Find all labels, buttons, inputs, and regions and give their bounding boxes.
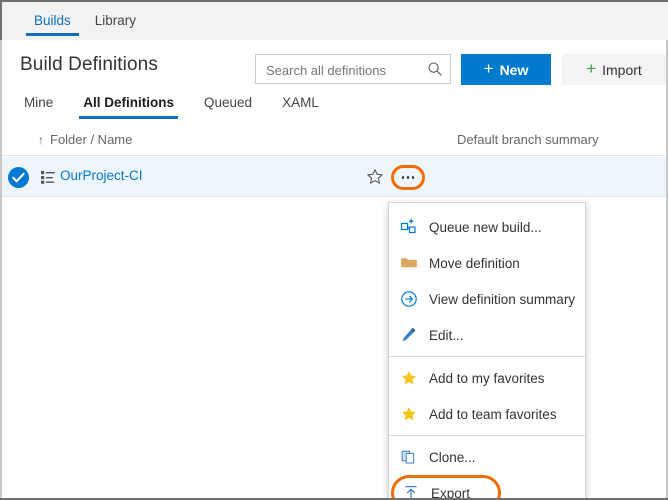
ellipsis-icon[interactable]: [391, 165, 425, 190]
new-button-label: New: [500, 62, 529, 78]
search-input[interactable]: [264, 55, 423, 85]
menu-item-label: Edit...: [429, 328, 464, 343]
menu-item-clone[interactable]: Clone...: [389, 439, 585, 475]
tab-xaml-label: XAML: [282, 95, 319, 110]
menu-separator: [389, 356, 585, 357]
menu-item-label: Clone...: [429, 450, 476, 465]
page-title: Build Definitions: [20, 54, 158, 76]
star-filled-icon: [399, 369, 419, 387]
hub-tab-builds-label: Builds: [34, 13, 71, 28]
menu-item-add-to-my-favorites[interactable]: Add to my favorites: [389, 360, 585, 396]
menu-item-label: Queue new build...: [429, 220, 542, 235]
hub-tabs: Builds Library: [22, 2, 148, 40]
menu-item-edit[interactable]: Edit...: [389, 317, 585, 353]
pivot-tabs: Mine All Definitions Queued XAML: [0, 92, 668, 122]
build-definition-icon: [40, 169, 56, 185]
check-circle-icon[interactable]: [8, 167, 29, 188]
menu-item-move-definition[interactable]: Move definition: [389, 245, 585, 281]
column-header-branch-summary-label: Default branch summary: [457, 132, 599, 147]
definition-name-link[interactable]: OurProject-CI: [60, 168, 143, 183]
column-header-folder-name-label: Folder / Name: [50, 132, 132, 147]
search-icon[interactable]: [427, 61, 443, 77]
menu-item-export[interactable]: Export: [391, 475, 501, 500]
menu-item-add-to-team-favorites[interactable]: Add to team favorites: [389, 396, 585, 432]
window-left-border: [0, 2, 2, 40]
menu-item-label: Move definition: [429, 256, 520, 271]
app-window: Builds Library Build Definitions + New: [0, 0, 668, 500]
tab-queued[interactable]: Queued: [200, 92, 256, 119]
hub-tab-library-label: Library: [95, 13, 136, 28]
menu-separator: [389, 435, 585, 436]
arrow-circle-right-icon: [399, 290, 419, 308]
menu-item-label: Export: [431, 486, 470, 500]
menu-item-label: Add to team favorites: [429, 407, 557, 422]
column-header-branch-summary[interactable]: Default branch summary: [457, 132, 599, 147]
hub-tab-strip: Builds Library: [0, 2, 668, 40]
star-filled-icon: [399, 405, 419, 423]
tab-queued-label: Queued: [204, 95, 252, 110]
import-button[interactable]: + Import: [562, 54, 666, 85]
tab-mine[interactable]: Mine: [20, 92, 57, 119]
menu-item-queue-new-build[interactable]: Queue new build...: [389, 209, 585, 245]
tab-all-definitions-label: All Definitions: [83, 95, 174, 110]
star-outline-icon[interactable]: [366, 168, 384, 186]
plus-icon: +: [484, 60, 494, 77]
column-header-folder-name[interactable]: ↑ Folder / Name: [38, 132, 132, 147]
hub-tab-builds[interactable]: Builds: [22, 2, 83, 40]
new-button[interactable]: + New: [461, 54, 551, 85]
ellipsis-dots: [394, 168, 422, 187]
title-row: Build Definitions + New + Import: [0, 40, 668, 90]
export-up-arrow-icon: [401, 484, 421, 500]
menu-item-label: Add to my favorites: [429, 371, 545, 386]
grid-header: ↑ Folder / Name Default branch summary: [2, 124, 666, 156]
menu-item-label: View definition summary: [429, 292, 575, 307]
import-button-label: Import: [602, 62, 642, 78]
pencil-icon: [399, 326, 419, 344]
sort-ascending-icon: ↑: [38, 133, 44, 147]
table-row[interactable]: OurProject-CI: [2, 157, 666, 197]
plus-icon: +: [586, 60, 596, 77]
copy-icon: [399, 448, 419, 466]
context-menu: Queue new build... Move definition View …: [388, 202, 586, 500]
tab-xaml[interactable]: XAML: [278, 92, 323, 119]
tab-mine-label: Mine: [24, 95, 53, 110]
menu-item-view-definition-summary[interactable]: View definition summary: [389, 281, 585, 317]
tab-all-definitions[interactable]: All Definitions: [79, 92, 178, 119]
folder-icon: [399, 254, 419, 272]
hub-tab-library[interactable]: Library: [83, 2, 148, 40]
search-box[interactable]: [255, 54, 451, 84]
queue-build-icon: [399, 218, 419, 236]
